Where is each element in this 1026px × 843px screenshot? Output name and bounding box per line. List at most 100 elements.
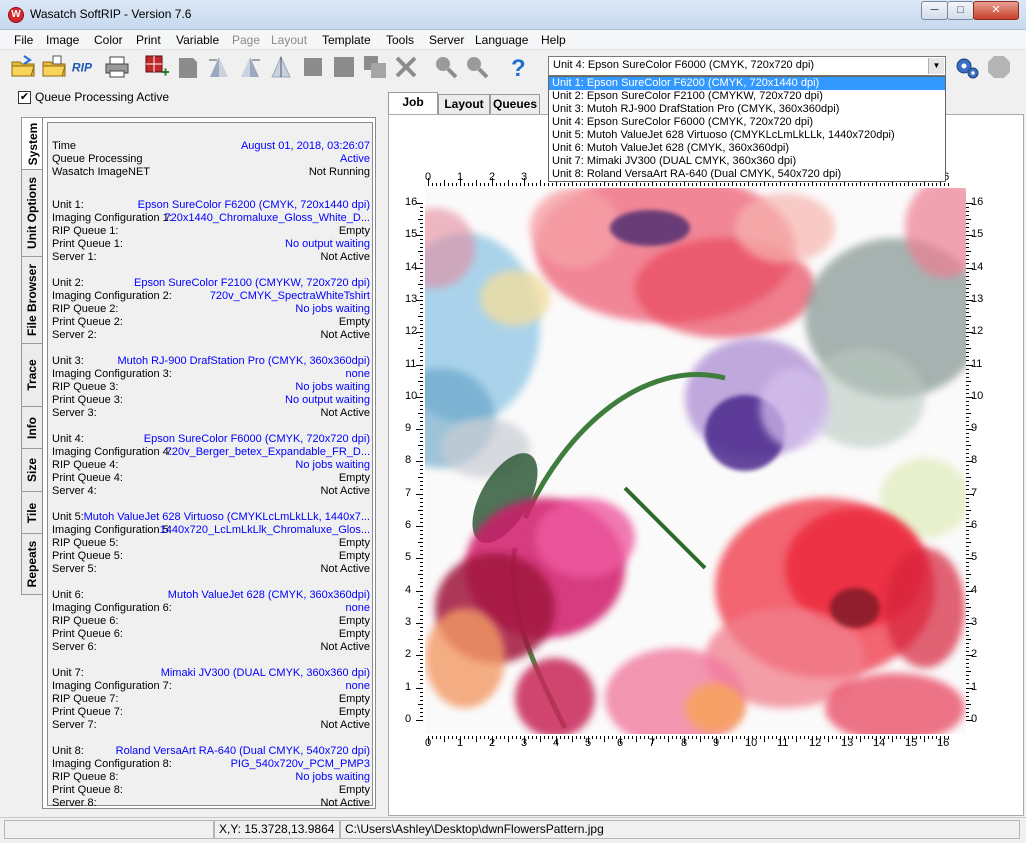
ruler-tick [792,736,793,739]
ruler-tick [916,183,917,186]
tab-system[interactable]: System [21,117,43,170]
unit-select[interactable]: Unit 4: Epson SureColor F6000 (CMYK, 720… [548,56,946,76]
minimize-button[interactable]: ─ [921,1,948,20]
ruler-tick [966,465,969,467]
open-folder-icon[interactable] [10,54,36,80]
tab-repeats[interactable]: Repeats [21,533,42,595]
ruler-tick [868,736,869,739]
ruler-tick [966,376,969,378]
close-button[interactable]: ✕ [973,1,1019,20]
status-value: Empty [338,537,370,549]
ruler-tick [928,736,929,739]
title-bar: W Wasatch SoftRIP - Version 7.6 ─ □ ✕ [0,0,1026,30]
printer-icon[interactable] [104,54,130,80]
menu-file[interactable]: File [14,33,33,47]
add-layout-icon[interactable] [144,54,170,80]
ruler-tick [644,736,645,739]
ruler-tick [452,183,453,186]
unit-option[interactable]: Unit 4: Epson SureColor F6000 (CMYK, 720… [549,116,945,129]
ruler-tick [966,646,969,648]
tab-layout[interactable]: Layout [438,94,490,115]
ruler-tick [966,699,969,701]
ruler-tick [560,736,561,739]
tab-unit-options[interactable]: Unit Options [21,169,42,257]
ruler-tick [418,219,423,220]
ruler-tick [420,675,423,677]
status-label: Server 4: [52,485,97,497]
ruler-label: 12 [809,737,822,749]
gear-icon[interactable] [954,54,980,80]
ruler-tick [772,183,773,186]
menu-help[interactable]: Help [541,33,566,47]
ruler-tick [420,303,423,305]
ruler-tick [692,183,693,186]
status-value: No output waiting [285,238,370,250]
menu-color[interactable]: Color [94,33,123,47]
tab-job[interactable]: Job [388,92,438,115]
ruler-tick [418,315,423,317]
ruler-tick [816,183,817,186]
tab-file-browser[interactable]: File Browser [21,256,42,344]
ruler-tick [420,667,423,669]
rip-icon[interactable]: RIP [71,54,99,80]
ruler-tick [688,183,689,186]
system-status-list: Time August 01, 2018, 03:26:07 Queue Proce… [47,122,373,809]
ruler-tick [716,736,717,744]
menu-language[interactable]: Language [475,33,528,47]
menu-tools[interactable]: Tools [386,33,414,47]
menu-variable[interactable]: Variable [176,33,219,47]
ruler-tick [966,526,973,527]
ruler-tick [556,736,557,744]
menu-template[interactable]: Template [322,33,371,47]
status-row: Server 3: Not Active [52,407,370,420]
menu-server[interactable]: Server [429,33,464,47]
checkbox-box[interactable]: ✔ [18,90,31,104]
maximize-button[interactable]: □ [947,1,974,20]
menu-image[interactable]: Image [46,33,79,47]
ruler-tick [966,291,969,293]
ruler-tick [966,667,969,669]
help-icon[interactable]: ? [505,54,531,82]
ruler-tick [452,736,453,739]
menu-page[interactable]: Page [232,33,260,47]
flip-icon [268,54,294,80]
menu-print[interactable]: Print [136,33,161,47]
menu-layout[interactable]: Layout [271,33,307,47]
tab-info[interactable]: Info [21,406,42,449]
ruler-tick [944,736,945,739]
ruler-label: 15 [905,737,918,749]
ruler-tick [420,582,423,584]
unit-option[interactable]: Unit 3: Mutoh RJ-900 DrafStation Pro (CM… [549,103,945,116]
ruler-tick [966,219,971,220]
unit-option[interactable]: Unit 6: Mutoh ValueJet 628 (CMYK, 360x36… [549,142,945,155]
ruler-tick [480,736,481,739]
status-row: RIP Queue 2: No jobs waiting [52,303,370,316]
open-file-icon[interactable] [41,54,67,80]
ruler-tick [940,736,941,744]
ruler-tick [432,736,433,739]
ruler-tick [966,384,969,386]
ruler-label: 3 [405,615,412,628]
unit-option[interactable]: Unit 2: Epson SureColor F2100 (CMYKW, 72… [549,90,945,103]
ruler-tick [608,736,609,739]
ruler-label: 2 [405,648,412,661]
tab-tile[interactable]: Tile [21,491,42,534]
status-bar: X,Y: 15.3728,13.9864 C:\Users\Ashley\Des… [0,817,1026,843]
unit-option[interactable]: Unit 7: Mimaki JV300 (DUAL CMYK, 360x360… [549,155,945,168]
unit-option[interactable]: Unit 5: Mutoh ValueJet 628 Virtuoso (CMY… [549,129,945,142]
chevron-down-icon[interactable]: ▼ [928,58,944,74]
ruler-tick [966,501,969,503]
ruler-tick [420,259,423,261]
tab-queues[interactable]: Queues [490,94,540,115]
ruler-tick [966,493,973,495]
status-label: RIP Queue 2: [52,303,119,315]
flower-pattern-preview[interactable] [425,188,966,734]
ruler-tick [624,183,625,186]
unit-option[interactable]: Unit 1: Epson SureColor F6200 (CMYK, 720… [549,77,945,90]
status-row: Print Queue 7: Empty [52,706,370,719]
ruler-tick [936,183,937,186]
unit-option[interactable]: Unit 8: Roland VersaArt RA-640 (Dual CMY… [549,168,945,181]
queue-processing-checkbox[interactable]: ✔ Queue Processing Active [18,90,169,104]
tab-trace[interactable]: Trace [21,343,42,407]
tab-size[interactable]: Size [21,448,42,492]
